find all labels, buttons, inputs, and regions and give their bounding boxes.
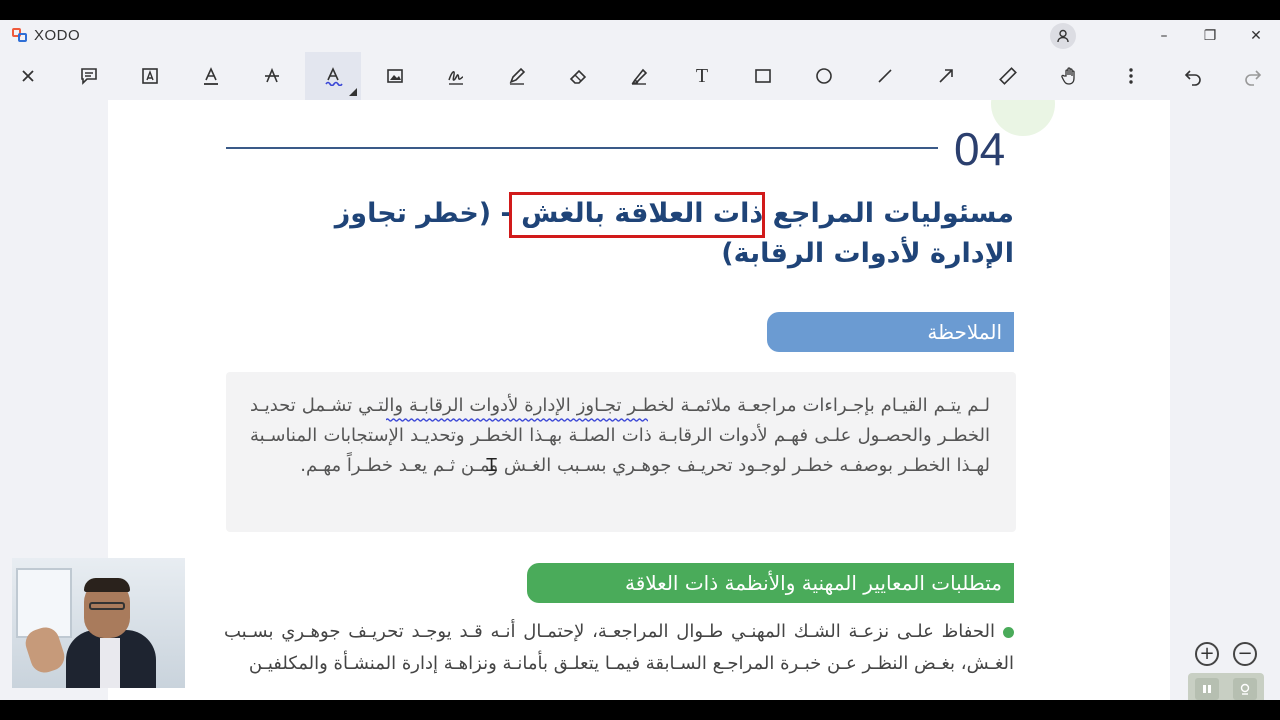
ruler-icon bbox=[999, 67, 1017, 85]
annotation-toolbar: T bbox=[0, 52, 1280, 100]
pause-icon bbox=[1203, 685, 1211, 693]
pdf-page[interactable]: 04 مسئوليات المراجع ذات العلاقة بالغش - … bbox=[108, 100, 1170, 700]
underline-icon bbox=[204, 67, 218, 85]
eraser-icon bbox=[569, 69, 587, 84]
squiggly-underline-annotation[interactable] bbox=[386, 418, 648, 422]
minimize-button[interactable]: – bbox=[1149, 24, 1179, 48]
close-tool-button[interactable] bbox=[10, 58, 46, 94]
pause-button[interactable] bbox=[1195, 678, 1219, 700]
pan-tool-button[interactable] bbox=[1052, 58, 1088, 94]
text-box-icon bbox=[142, 68, 158, 84]
account-button[interactable] bbox=[1050, 23, 1076, 49]
comment-icon bbox=[81, 68, 97, 85]
highlighter-tool-button[interactable] bbox=[621, 58, 657, 94]
dropdown-corner-icon bbox=[349, 88, 357, 96]
rectangle-icon bbox=[755, 69, 771, 83]
arrow-tool-button[interactable] bbox=[928, 58, 964, 94]
eraser-tool-button[interactable] bbox=[560, 58, 596, 94]
bullet-text: الحفاظ علـى نزعـة الشـك المهنـي طـوال ال… bbox=[224, 621, 1014, 674]
webcam-icon bbox=[1240, 683, 1250, 695]
comment-tool-button[interactable] bbox=[71, 58, 107, 94]
image-tool-button[interactable] bbox=[377, 58, 413, 94]
user-icon bbox=[1057, 29, 1069, 43]
underline-tool-button[interactable] bbox=[193, 58, 229, 94]
pen-tool-button[interactable] bbox=[499, 58, 535, 94]
strikeout-tool-button[interactable] bbox=[254, 58, 290, 94]
note-paragraph[interactable]: لـم يتـم القيـام بإجـراءات مراجعـة ملائم… bbox=[250, 391, 990, 481]
undo-button[interactable] bbox=[1175, 58, 1211, 94]
squiggly-tool-button[interactable] bbox=[305, 52, 361, 100]
line-tool-button[interactable] bbox=[867, 58, 903, 94]
rectangle-tool-button[interactable] bbox=[745, 58, 781, 94]
section-number: 04 bbox=[954, 123, 1006, 175]
zoom-out-button[interactable]: − bbox=[1233, 642, 1257, 666]
section-divider-line bbox=[226, 147, 938, 149]
xodo-logo-icon bbox=[12, 27, 30, 44]
line-icon bbox=[878, 69, 892, 83]
redo-icon bbox=[1245, 70, 1262, 86]
signature-tool-button[interactable] bbox=[438, 58, 474, 94]
close-window-button[interactable]: ✕ bbox=[1241, 24, 1271, 48]
requirements-section-title: متطلبات المعايير المهنية والأنظمة ذات ال… bbox=[527, 563, 1014, 603]
ellipse-tool-button[interactable] bbox=[806, 58, 842, 94]
document-viewport[interactable]: 04 مسئوليات المراجع ذات العلاقة بالغش - … bbox=[0, 100, 1280, 700]
undo-icon bbox=[1184, 70, 1201, 86]
bullet-paragraph[interactable]: الحفاظ علـى نزعـة الشـك المهنـي طـوال ال… bbox=[224, 616, 1014, 680]
note-section-title: الملاحظة bbox=[767, 312, 1014, 352]
webcam-overlay bbox=[12, 558, 185, 688]
ellipse-icon bbox=[816, 68, 832, 84]
title-bar: XODO – ❐ ✕ bbox=[0, 20, 1280, 52]
arrow-icon bbox=[939, 69, 953, 83]
app-logo: XODO bbox=[12, 27, 80, 44]
close-icon bbox=[22, 70, 34, 82]
strikeout-icon bbox=[265, 67, 279, 83]
pen-icon bbox=[509, 67, 526, 85]
recorder-widget bbox=[1188, 673, 1264, 700]
app-name: XODO bbox=[34, 27, 81, 44]
redo-button[interactable] bbox=[1235, 58, 1271, 94]
video-letterbox-bottom bbox=[0, 700, 1280, 720]
xodo-app-window: XODO – ❐ ✕ T 04 مسئوليات المراجع ذات الع… bbox=[0, 20, 1280, 700]
free-text-tool-button[interactable] bbox=[132, 58, 168, 94]
squiggly-icon bbox=[325, 67, 343, 86]
signature-icon bbox=[448, 71, 464, 85]
image-icon bbox=[387, 69, 403, 83]
text-icon: T bbox=[695, 64, 709, 87]
text-tool-button[interactable]: T bbox=[684, 58, 720, 94]
bullet-icon bbox=[1003, 626, 1014, 638]
highlighter-icon bbox=[631, 68, 648, 85]
webcam-toggle-button[interactable] bbox=[1233, 678, 1257, 700]
more-tool-button[interactable] bbox=[1113, 58, 1149, 94]
video-letterbox-top bbox=[0, 0, 1280, 20]
more-vertical-icon bbox=[1129, 68, 1133, 84]
zoom-in-button[interactable]: + bbox=[1195, 642, 1219, 666]
text-cursor-icon: Ꮖ bbox=[486, 455, 498, 476]
ruler-tool-button[interactable] bbox=[990, 58, 1026, 94]
restore-button[interactable]: ❐ bbox=[1195, 24, 1225, 48]
hand-icon bbox=[1061, 67, 1075, 85]
rectangle-annotation[interactable] bbox=[509, 192, 765, 238]
